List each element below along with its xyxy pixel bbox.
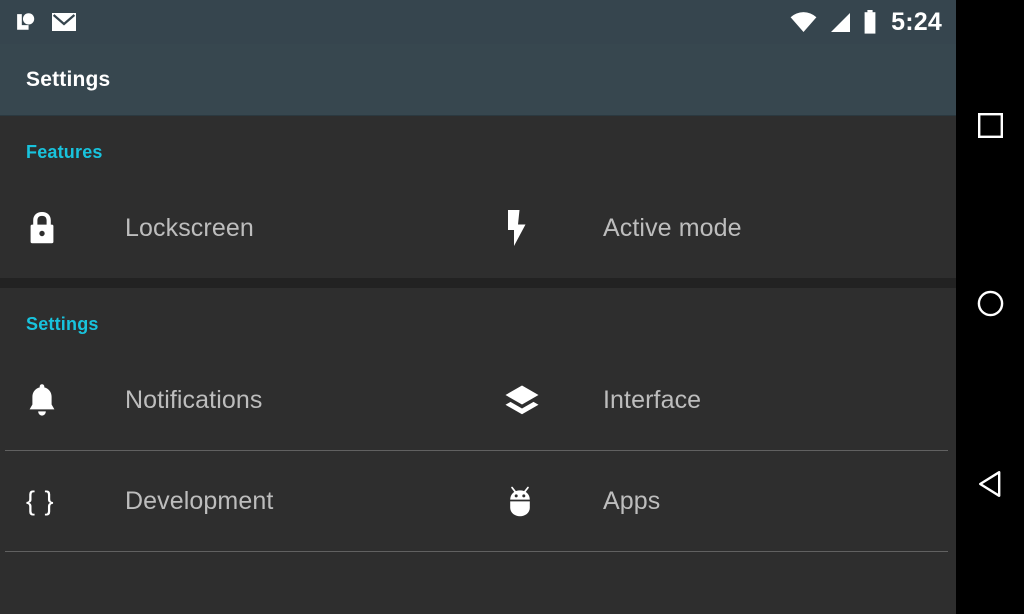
list-divider: [5, 551, 948, 552]
triangle-icon: [976, 469, 1005, 504]
list-divider: [5, 450, 948, 451]
action-bar: Settings: [0, 44, 956, 116]
flash-bolt-icon: [504, 209, 550, 247]
cellular-signal-icon: [828, 12, 852, 33]
lock-icon: [26, 210, 72, 246]
settings-tile-notifications[interactable]: Notifications: [0, 350, 478, 450]
circle-icon: [976, 289, 1005, 323]
section-settings: Settings Notifications Interface {} Dev…: [0, 288, 956, 552]
settings-tile-label: Notifications: [125, 385, 263, 414]
status-bar-clock: 5:24: [891, 7, 942, 36]
settings-tile-lockscreen[interactable]: Lockscreen: [0, 178, 478, 278]
tile-row: Lockscreen Active mode: [0, 178, 956, 278]
recents-button[interactable]: [956, 94, 1024, 162]
status-bar-system-icons: 5:24: [790, 7, 942, 36]
settings-tile-apps[interactable]: Apps: [478, 451, 956, 551]
back-button[interactable]: [956, 452, 1024, 520]
square-icon: [977, 112, 1004, 144]
wifi-icon: [790, 11, 817, 33]
device-viewport: 5:24 Settings Features Lockscreen Active…: [0, 0, 956, 614]
status-bar-notifications: [14, 10, 77, 35]
status-bar: 5:24: [0, 0, 956, 44]
home-button[interactable]: [956, 272, 1024, 340]
section-header-features: Features: [26, 142, 103, 162]
page-title: Settings: [26, 67, 111, 91]
android-robot-icon: [504, 482, 550, 520]
settings-tile-development[interactable]: { } Development: [0, 451, 478, 551]
settings-content: Features Lockscreen Active mode Settings…: [0, 116, 956, 614]
settings-tile-interface[interactable]: Interface: [478, 350, 956, 450]
tile-row: Notifications Interface: [0, 350, 956, 450]
tile-row: { } Development Apps: [0, 451, 956, 551]
section-features: Features Lockscreen Active mode: [0, 116, 956, 278]
curly-braces-icon: { }: [26, 485, 55, 516]
settings-tile-label: Apps: [603, 486, 661, 515]
android-screen: 5:24 Settings Features Lockscreen Active…: [0, 0, 1024, 614]
settings-tile-label: Interface: [603, 385, 702, 414]
chat-bubble-icon: [14, 10, 39, 35]
settings-tile-label: Lockscreen: [125, 213, 254, 242]
settings-tile-label: Active mode: [603, 213, 742, 242]
navigation-bar: [956, 0, 1024, 614]
email-envelope-icon: [51, 12, 77, 32]
battery-icon: [863, 10, 877, 34]
settings-tile-active-mode[interactable]: Active mode: [478, 178, 956, 278]
settings-tile-label: Development: [125, 486, 274, 515]
section-header-settings: Settings: [26, 314, 99, 334]
bell-icon: [26, 382, 72, 418]
layers-icon: [504, 384, 550, 416]
section-separator: [0, 278, 956, 288]
